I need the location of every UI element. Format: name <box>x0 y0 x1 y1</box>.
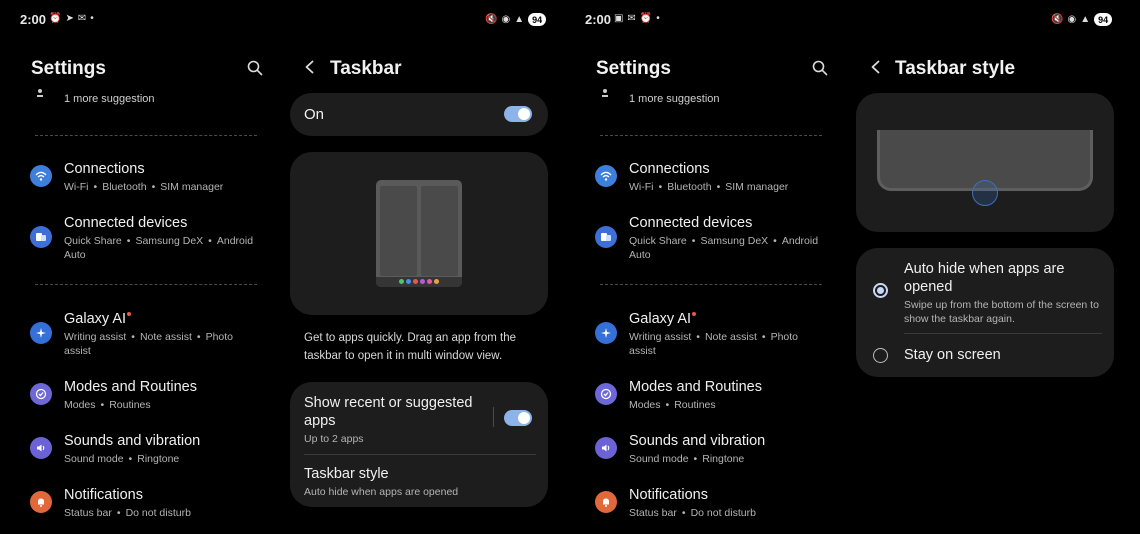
devices-icon <box>595 226 617 248</box>
mute-icon: 🔇 <box>1051 14 1064 25</box>
wifi-icon: ◉ <box>1067 14 1077 25</box>
mute-icon: 🔇 <box>485 14 498 25</box>
settings-item-sounds[interactable]: Sounds and vibration Sound mode • Ringtone <box>64 433 200 466</box>
show-recent-apps-row[interactable]: Show recent or suggested apps Up to 2 ap… <box>304 394 494 446</box>
suggestion-link[interactable]: 1 more suggestion <box>64 93 155 105</box>
settings-item-modes-routines[interactable]: Modes and Routines Modes • Routines <box>64 379 197 412</box>
divider <box>35 135 257 136</box>
suggestion-icon <box>602 89 609 98</box>
auto-hide-option[interactable]: Auto hide when apps are opened Swipe up … <box>904 260 1104 326</box>
stay-on-screen-radio[interactable] <box>873 348 888 363</box>
back-arrow-icon[interactable] <box>303 60 317 74</box>
settings-item-galaxy-ai[interactable]: Galaxy AI Writing assist • Note assist • Pho… <box>64 311 254 358</box>
battery-icon: 94 <box>1094 13 1113 26</box>
settings-item-connections[interactable]: Connections Wi-Fi • Bluetooth • SIM manager <box>629 161 788 194</box>
settings-item-notifications[interactable]: Notifications Status bar • Do not disturb <box>64 487 191 520</box>
taskbar-options-card: Show recent or suggested apps Up to 2 ap… <box>290 382 548 507</box>
suggestion-link[interactable]: 1 more suggestion <box>629 93 720 105</box>
bell-icon <box>30 491 52 513</box>
taskbar-style-options: Auto hide when apps are opened Swipe up … <box>856 248 1114 377</box>
speaker-icon <box>30 437 52 459</box>
back-arrow-icon[interactable] <box>869 60 883 74</box>
show-recent-apps-toggle[interactable] <box>504 410 532 426</box>
taskbar-style-preview <box>856 93 1114 232</box>
stay-on-screen-option[interactable]: Stay on screen <box>904 347 1001 363</box>
modes-icon <box>30 383 52 405</box>
new-badge <box>692 312 697 316</box>
divider <box>493 407 494 427</box>
settings-item-connected-devices[interactable]: Connected devices Quick Share • Samsung De… <box>64 215 254 262</box>
swipe-indicator-icon <box>972 180 998 206</box>
settings-item-sounds[interactable]: Sounds and vibration Sound mode • Ringtone <box>629 433 765 466</box>
devices-icon <box>30 226 52 248</box>
more-dot-icon: • <box>90 13 94 24</box>
notification-icons: ⏰ ➤ ✉ • <box>49 13 94 24</box>
taskbar-toggle[interactable] <box>504 106 532 122</box>
screenshot-icon: ▣ <box>614 13 624 24</box>
more-dot-icon: • <box>656 13 660 24</box>
status-time: 2:00 <box>585 12 612 27</box>
divider <box>304 454 536 455</box>
on-label: On <box>304 106 325 123</box>
wifi-icon <box>30 165 52 187</box>
wifi-icon: ◉ <box>501 14 511 25</box>
auto-hide-radio[interactable] <box>873 283 888 298</box>
page-title: Settings <box>31 58 106 79</box>
settings-item-notifications[interactable]: Notifications Status bar • Do not disturb <box>629 487 756 520</box>
system-icons: 🔇 ◉ ▲ 94 <box>485 13 547 26</box>
page-title: Taskbar style <box>895 58 1016 79</box>
master-toggle-row[interactable]: On <box>290 93 548 136</box>
signal-icon: ▲ <box>514 14 525 25</box>
page-title: Settings <box>596 58 671 79</box>
new-badge <box>127 312 132 316</box>
alarm-icon: ⏰ <box>49 13 62 24</box>
battery-icon: 94 <box>528 13 547 26</box>
status-time: 2:00 <box>20 12 47 27</box>
galaxy-ai-icon <box>30 322 52 344</box>
taskbar-preview <box>290 152 548 315</box>
taskbar-app-dots <box>399 279 439 284</box>
divider <box>600 135 822 136</box>
alarm-icon: ⏰ <box>639 13 653 24</box>
system-icons: 🔇 ◉ ▲ 94 <box>1051 13 1113 26</box>
page-title: Taskbar <box>330 58 402 79</box>
search-icon[interactable] <box>812 60 828 76</box>
settings-item-galaxy-ai[interactable]: Galaxy AI Writing assist • Note assist • Pho… <box>629 311 819 358</box>
divider <box>35 284 257 285</box>
bell-icon <box>595 491 617 513</box>
settings-item-modes-routines[interactable]: Modes and Routines Modes • Routines <box>629 379 762 412</box>
search-icon[interactable] <box>247 60 263 76</box>
speaker-icon <box>595 437 617 459</box>
gmail-icon: ✉ <box>627 13 636 24</box>
modes-icon <box>595 383 617 405</box>
gmail-icon: ✉ <box>77 13 87 24</box>
suggestion-icon <box>37 89 44 98</box>
telegram-icon: ➤ <box>65 13 74 24</box>
galaxy-ai-icon <box>595 322 617 344</box>
taskbar-description: Get to apps quickly. Drag an app from th… <box>304 332 517 362</box>
taskbar-style-row[interactable]: Taskbar style Auto hide when apps are op… <box>304 466 458 499</box>
settings-item-connections[interactable]: Connections Wi-Fi • Bluetooth • SIM manager <box>64 161 223 194</box>
notification-icons: ▣ ✉ ⏰ • <box>614 13 660 24</box>
wifi-icon <box>595 165 617 187</box>
foldable-device-illustration <box>376 180 462 287</box>
divider <box>904 333 1102 334</box>
signal-icon: ▲ <box>1080 14 1091 25</box>
divider <box>600 284 822 285</box>
settings-item-connected-devices[interactable]: Connected devices Quick Share • Samsung De… <box>629 215 819 262</box>
